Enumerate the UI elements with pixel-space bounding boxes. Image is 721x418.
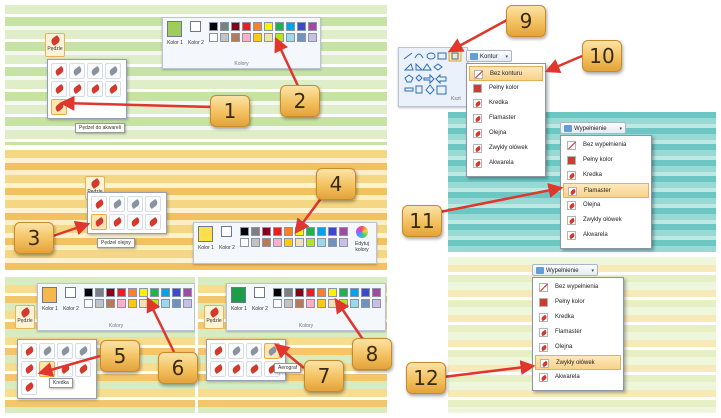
arrow-1 (59, 95, 213, 111)
arrow-6 (146, 296, 176, 353)
arrow-7 (274, 343, 305, 369)
arrow-9 (447, 18, 508, 53)
callout-badge-7: 7 (304, 360, 344, 392)
arrow-10 (544, 54, 583, 73)
callout-badge-10: 10 (582, 40, 622, 72)
arrow-11 (439, 183, 564, 214)
arrow-3 (49, 220, 91, 239)
arrow-5 (37, 354, 101, 377)
callout-badge-12: 12 (406, 362, 446, 394)
callout-badge-3: 3 (14, 222, 54, 254)
callout-badge-4: 4 (316, 168, 356, 200)
callout-badge-8: 8 (352, 338, 392, 370)
arrow-8 (334, 297, 366, 342)
callout-badge-5: 5 (100, 340, 140, 372)
callout-badge-2: 2 (280, 85, 320, 117)
callout-badge-11: 11 (402, 205, 442, 237)
callout-badge-1: 1 (210, 95, 250, 127)
callout-badge-9: 9 (506, 5, 546, 37)
arrow-4 (294, 196, 324, 235)
arrow-2 (274, 36, 300, 87)
arrow-12 (442, 360, 536, 379)
callout-badge-6: 6 (158, 352, 198, 384)
